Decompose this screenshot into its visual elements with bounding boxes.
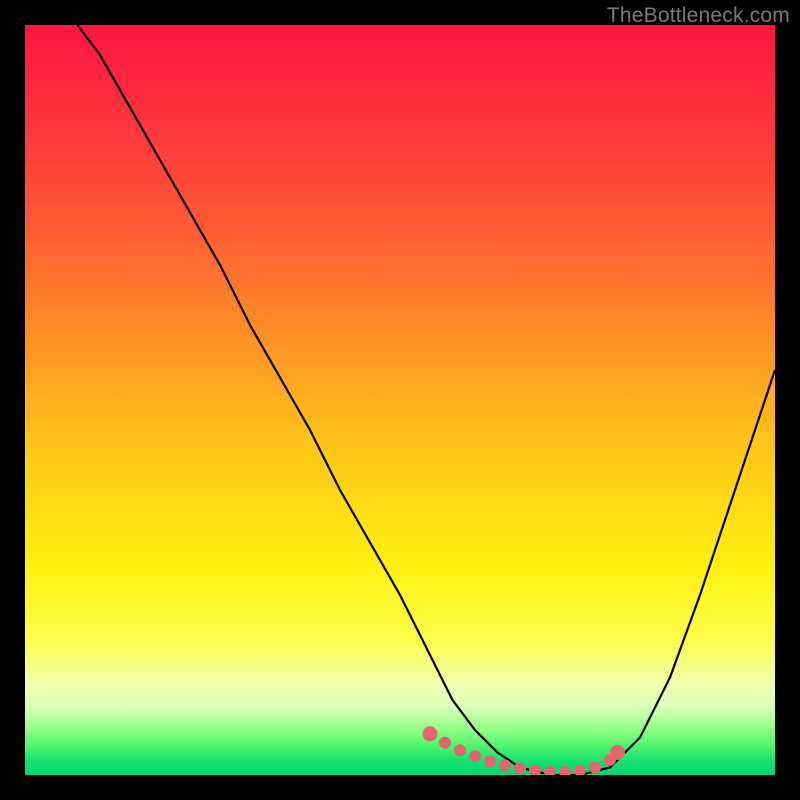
curve-marker-dot (574, 765, 586, 776)
chart-plot-area (25, 25, 775, 775)
curve-marker-region (423, 726, 626, 775)
curve-line (78, 25, 776, 775)
curve-marker-dot (529, 765, 541, 776)
bottleneck-curve (25, 25, 775, 775)
curve-marker-dot (589, 762, 601, 774)
curve-marker-dot (469, 750, 481, 762)
chart-frame: TheBottleneck.com (0, 0, 800, 800)
curve-marker-dot (514, 762, 526, 774)
curve-marker-dot (439, 737, 451, 749)
curve-marker-dot (423, 726, 438, 741)
curve-marker-dot (499, 759, 511, 771)
curve-marker-dot (559, 766, 571, 775)
curve-marker-dot (610, 745, 625, 760)
curve-marker-dot (484, 756, 496, 768)
curve-marker-dot (544, 766, 556, 775)
curve-marker-dot (454, 744, 466, 756)
